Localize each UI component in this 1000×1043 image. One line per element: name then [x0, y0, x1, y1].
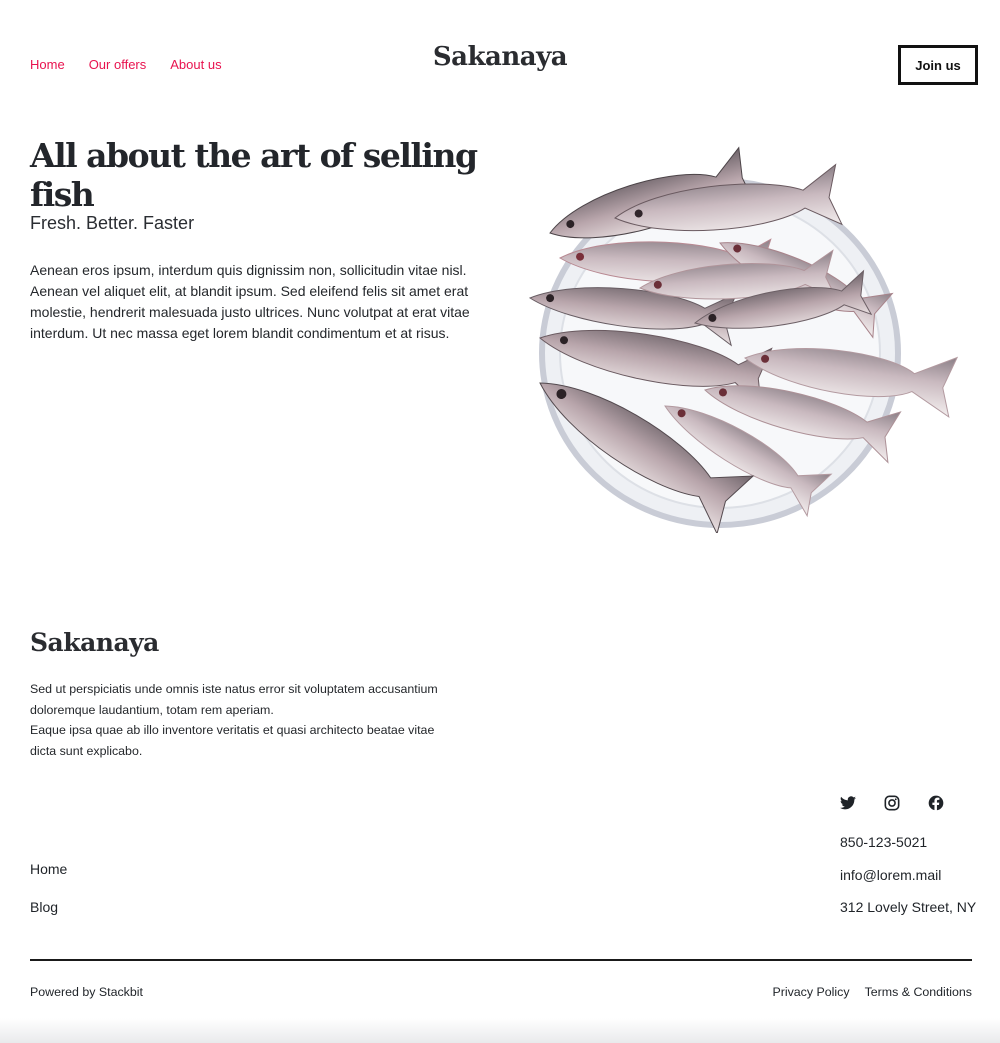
join-us-button[interactable]: Join us [898, 45, 978, 85]
fish-platter-image [528, 146, 959, 533]
footer-text-paragraph: Eaque ipsa quae ab illo inventore verita… [30, 723, 435, 758]
site-logo[interactable]: Sakanaya [0, 42, 1000, 72]
footer-divider [30, 959, 972, 961]
instagram-icon[interactable] [882, 793, 902, 813]
terms-conditions-link[interactable]: Terms & Conditions [865, 985, 972, 999]
hero-description: Aenean eros ipsum, interdum quis digniss… [30, 262, 470, 341]
contact-info: 850-123-5021 info@lorem.mail 312 Lovely … [840, 834, 976, 932]
legal-links: Privacy Policy Terms & Conditions [772, 985, 972, 999]
social-links [838, 793, 946, 813]
footer-logo: Sakanaya [30, 628, 159, 657]
twitter-icon[interactable] [838, 793, 858, 813]
powered-by-text[interactable]: Powered by Stackbit [30, 985, 143, 999]
footer-link-blog[interactable]: Blog [30, 899, 67, 937]
contact-address: 312 Lovely Street, NY [840, 899, 977, 915]
privacy-policy-link[interactable]: Privacy Policy [772, 985, 849, 999]
footer-text-paragraph: Sed ut perspiciatis unde omnis iste natu… [30, 682, 438, 717]
facebook-icon[interactable] [926, 793, 946, 813]
footer-description: Sed ut perspiciatis unde omnis iste natu… [30, 679, 460, 761]
contact-email[interactable]: info@lorem.mail [840, 867, 976, 900]
contact-phone[interactable]: 850-123-5021 [840, 834, 976, 867]
footer-link-home[interactable]: Home [30, 861, 67, 899]
footer-nav: Home Blog [30, 861, 67, 937]
hero-title: All about the art of selling fish [30, 136, 478, 214]
bottom-shade [0, 1018, 1000, 1043]
hero-subtitle: Fresh. Better. Faster [30, 213, 195, 233]
